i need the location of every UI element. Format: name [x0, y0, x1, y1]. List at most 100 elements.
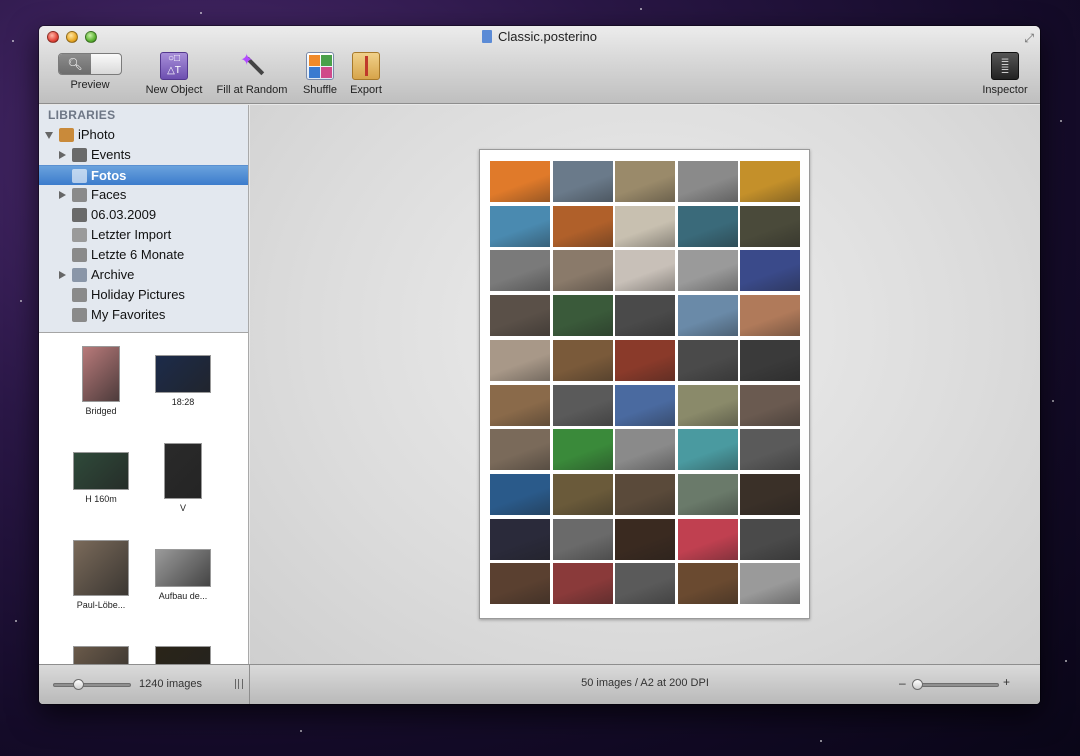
poster-photo[interactable] [552, 161, 613, 202]
photo-thumbnail[interactable] [61, 637, 141, 664]
sidebar-item-faces[interactable]: Faces [39, 185, 248, 205]
disclosure-collapsed-icon[interactable] [59, 151, 66, 159]
poster-photo[interactable] [552, 339, 613, 381]
poster-photo[interactable] [740, 161, 800, 202]
disclosure-collapsed-icon[interactable] [59, 191, 66, 199]
poster-photo[interactable] [740, 205, 800, 247]
shuffle-button[interactable]: Shuffle [297, 52, 343, 96]
photo-thumbnail[interactable]: V [143, 443, 223, 513]
poster-photo[interactable] [677, 384, 738, 426]
disclosure-expanded-icon[interactable] [45, 132, 53, 139]
sidebar-item-my-favorites[interactable]: My Favorites [39, 305, 248, 325]
poster-photo[interactable] [740, 339, 800, 381]
poster-photo[interactable] [490, 429, 550, 471]
thumbnail-size-knob[interactable] [73, 679, 84, 690]
fullscreen-icon[interactable]: ⤢ [1024, 31, 1034, 46]
photo-browser[interactable]: Bridged 18:28 H 160m V Paul-Löbe... Aufbau de… [39, 334, 248, 664]
poster-photo[interactable] [490, 339, 550, 381]
poster-photo[interactable] [490, 250, 550, 292]
inspector-label: Inspector [982, 84, 1028, 96]
poster-photo[interactable] [677, 518, 738, 560]
poster-photo[interactable] [677, 205, 738, 247]
poster-photo[interactable] [615, 563, 675, 605]
sidebar-item-letzter-import[interactable]: Letzter Import [39, 225, 248, 245]
poster-photo[interactable] [677, 339, 738, 381]
sidebar-resize-handle[interactable] [235, 679, 243, 689]
poster-photo[interactable] [552, 250, 613, 292]
poster-photo[interactable] [615, 295, 675, 337]
poster-photo[interactable] [490, 563, 550, 605]
poster-photo[interactable] [552, 295, 613, 337]
poster-page[interactable] [479, 149, 810, 619]
poster-photo[interactable] [615, 384, 675, 426]
sidebar-item-fotos[interactable]: Fotos [39, 165, 248, 185]
poster-photo[interactable] [490, 473, 550, 515]
disclosure-collapsed-icon[interactable] [59, 271, 66, 279]
sidebar-item-events[interactable]: Events [39, 145, 248, 165]
poster-photo[interactable] [677, 429, 738, 471]
poster-photo[interactable] [490, 161, 550, 202]
zoom-out-button[interactable]: – [899, 676, 906, 690]
sidebar-item-06-03-2009[interactable]: 06.03.2009 [39, 205, 248, 225]
photo-thumbnail[interactable] [143, 637, 223, 664]
poster-photo[interactable] [677, 473, 738, 515]
poster-photo[interactable] [490, 295, 550, 337]
poster-photo[interactable] [740, 384, 800, 426]
poster-photo[interactable] [552, 473, 613, 515]
thumbnail-image [82, 346, 120, 402]
sidebar-item-letzte-6-monate[interactable]: Letzte 6 Monate [39, 245, 248, 265]
poster-photo[interactable] [552, 518, 613, 560]
thumbnail-size-slider[interactable] [53, 683, 131, 687]
photo-thumbnail[interactable]: Aufbau de... [143, 540, 223, 601]
poster-photo[interactable] [740, 473, 800, 515]
photo-thumbnail[interactable]: 18:28 [143, 346, 223, 407]
zoom-knob[interactable] [912, 679, 923, 690]
poster-photo[interactable] [677, 250, 738, 292]
search-icon: 🔍︎ [59, 54, 91, 74]
poster-photo[interactable] [677, 295, 738, 337]
sidebar-item-iphoto[interactable]: iPhoto [39, 125, 248, 145]
poster-photo[interactable] [615, 518, 675, 560]
library-source-list[interactable]: LIBRARIES iPhoto Events Fotos Faces 06.03.20… [39, 105, 248, 333]
sidebar-item-archive[interactable]: Archive [39, 265, 248, 285]
poster-photo[interactable] [615, 339, 675, 381]
sidebar: LIBRARIES iPhoto Events Fotos Faces 06.03.20… [39, 105, 249, 664]
poster-canvas[interactable] [250, 105, 1040, 664]
poster-photo[interactable] [740, 429, 800, 471]
photo-thumbnail[interactable]: H 160m [61, 443, 141, 504]
fill-at-random-button[interactable]: Fill at Random [211, 50, 293, 96]
poster-photo[interactable] [740, 563, 800, 605]
poster-photo[interactable] [740, 518, 800, 560]
zoom-in-button[interactable]: + [1003, 675, 1010, 689]
poster-photo[interactable] [677, 563, 738, 605]
sidebar-item-holiday-pictures[interactable]: Holiday Pictures [39, 285, 248, 305]
poster-photo[interactable] [615, 250, 675, 292]
poster-photo[interactable] [615, 161, 675, 202]
poster-photo[interactable] [740, 295, 800, 337]
poster-photo[interactable] [552, 563, 613, 605]
poster-photo[interactable] [740, 250, 800, 292]
poster-photo[interactable] [490, 384, 550, 426]
poster-photo[interactable] [615, 473, 675, 515]
photo-thumbnail[interactable]: Paul-Löbe... [61, 540, 141, 610]
poster-photo[interactable] [552, 429, 613, 471]
iphoto-icon [59, 128, 74, 142]
poster-photo[interactable] [552, 205, 613, 247]
poster-photo[interactable] [490, 518, 550, 560]
preview-toggle[interactable]: 🔍︎ Preview [57, 48, 123, 91]
poster-photo[interactable] [615, 429, 675, 471]
zoom-slider[interactable] [913, 683, 999, 687]
new-object-button[interactable]: ○□ △T New Object [141, 52, 207, 96]
thumbnail-label: H 160m [85, 494, 117, 504]
poster-photo[interactable] [677, 161, 738, 202]
poster-photo[interactable] [490, 205, 550, 247]
preview-segmented-control[interactable]: 🔍︎ [58, 53, 122, 75]
photo-thumbnail[interactable]: Bridged [61, 346, 141, 416]
package-icon [352, 52, 380, 80]
export-button[interactable]: Export [343, 52, 389, 96]
person-icon [72, 188, 87, 202]
poster-photo[interactable] [615, 205, 675, 247]
poster-photo[interactable] [552, 384, 613, 426]
inspector-button[interactable]: ☰ ☰ Inspector [977, 52, 1033, 96]
window-title: Classic.posterino [498, 29, 597, 44]
